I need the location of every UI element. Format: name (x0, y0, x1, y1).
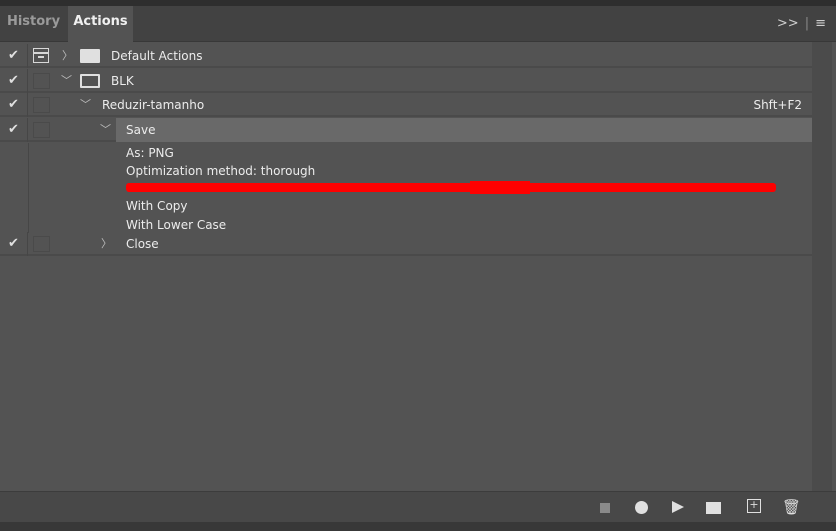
dialog-toggle-box[interactable] (33, 236, 50, 252)
tab-history[interactable]: History (0, 6, 67, 42)
folder-icon (80, 49, 100, 63)
dialog-toggle-box[interactable] (33, 122, 50, 138)
command-save[interactable]: ✔ ﹀ Save (0, 118, 812, 142)
redaction-mark (126, 183, 776, 192)
chevron-down-icon[interactable]: ﹀ (61, 72, 72, 88)
scrollbar[interactable] (812, 42, 832, 491)
selection-highlight (116, 118, 812, 142)
detail-optimization: Optimization method: thorough (126, 164, 316, 178)
row-label: BLK (111, 74, 134, 88)
command-close[interactable]: ✔ 〉 Close (0, 232, 812, 256)
actions-list: ✔ 〉 Default Actions ✔ ﹀ BLK ✔ ﹀ Reduzir-… (0, 42, 836, 491)
dialog-toggle-box[interactable] (33, 97, 50, 113)
row-label: Default Actions (111, 49, 203, 63)
detail-lowercase: With Lower Case (126, 218, 227, 232)
collapse-icon[interactable]: >> (777, 16, 799, 31)
new-action-icon[interactable]: + (747, 499, 761, 513)
shortcut-label: Shft+F2 (753, 98, 802, 112)
row-label: Reduzir-tamanho (102, 98, 205, 112)
row-label: Close (126, 237, 159, 251)
dialog-toggle-box[interactable] (33, 73, 50, 89)
chevron-down-icon[interactable]: ﹀ (80, 96, 91, 112)
divider: | (804, 16, 810, 31)
panel-menu-icon[interactable]: ≡ (815, 16, 826, 31)
tab-bar: History Actions >> | ≡ (0, 6, 836, 43)
chevron-right-icon[interactable]: 〉 (101, 235, 112, 251)
toggle-check-icon[interactable]: ✔ (8, 48, 22, 63)
action-set-blk[interactable]: ✔ ﹀ BLK (0, 69, 812, 93)
record-icon[interactable] (635, 501, 648, 514)
chevron-down-icon[interactable]: ﹀ (100, 121, 111, 137)
detail-format: As: PNG (126, 146, 174, 160)
play-icon[interactable] (672, 501, 684, 513)
toggle-check-icon[interactable]: ✔ (8, 73, 22, 88)
bottom-toolbar: + 🗑 (0, 491, 836, 522)
toggle-check-icon[interactable]: ✔ (8, 97, 22, 112)
dialog-toggle-icon[interactable] (33, 48, 49, 63)
new-set-folder-icon[interactable] (706, 502, 721, 514)
detail-copy: With Copy (126, 199, 188, 213)
stop-icon[interactable] (600, 503, 610, 513)
chevron-right-icon[interactable]: 〉 (62, 47, 73, 63)
toggle-check-icon[interactable]: ✔ (8, 122, 22, 137)
folder-open-icon (80, 74, 100, 88)
toggle-check-icon[interactable]: ✔ (8, 236, 22, 251)
panel-resize-edge[interactable] (0, 522, 836, 531)
action-reduzir-tamanho[interactable]: ✔ ﹀ Reduzir-tamanho Shft+F2 (0, 93, 812, 117)
redaction-mark (470, 181, 530, 194)
row-label: Save (126, 123, 156, 137)
action-set-default-actions[interactable]: ✔ 〉 Default Actions (0, 44, 812, 68)
tab-actions[interactable]: Actions (68, 6, 133, 43)
trash-icon[interactable]: 🗑 (782, 498, 801, 516)
